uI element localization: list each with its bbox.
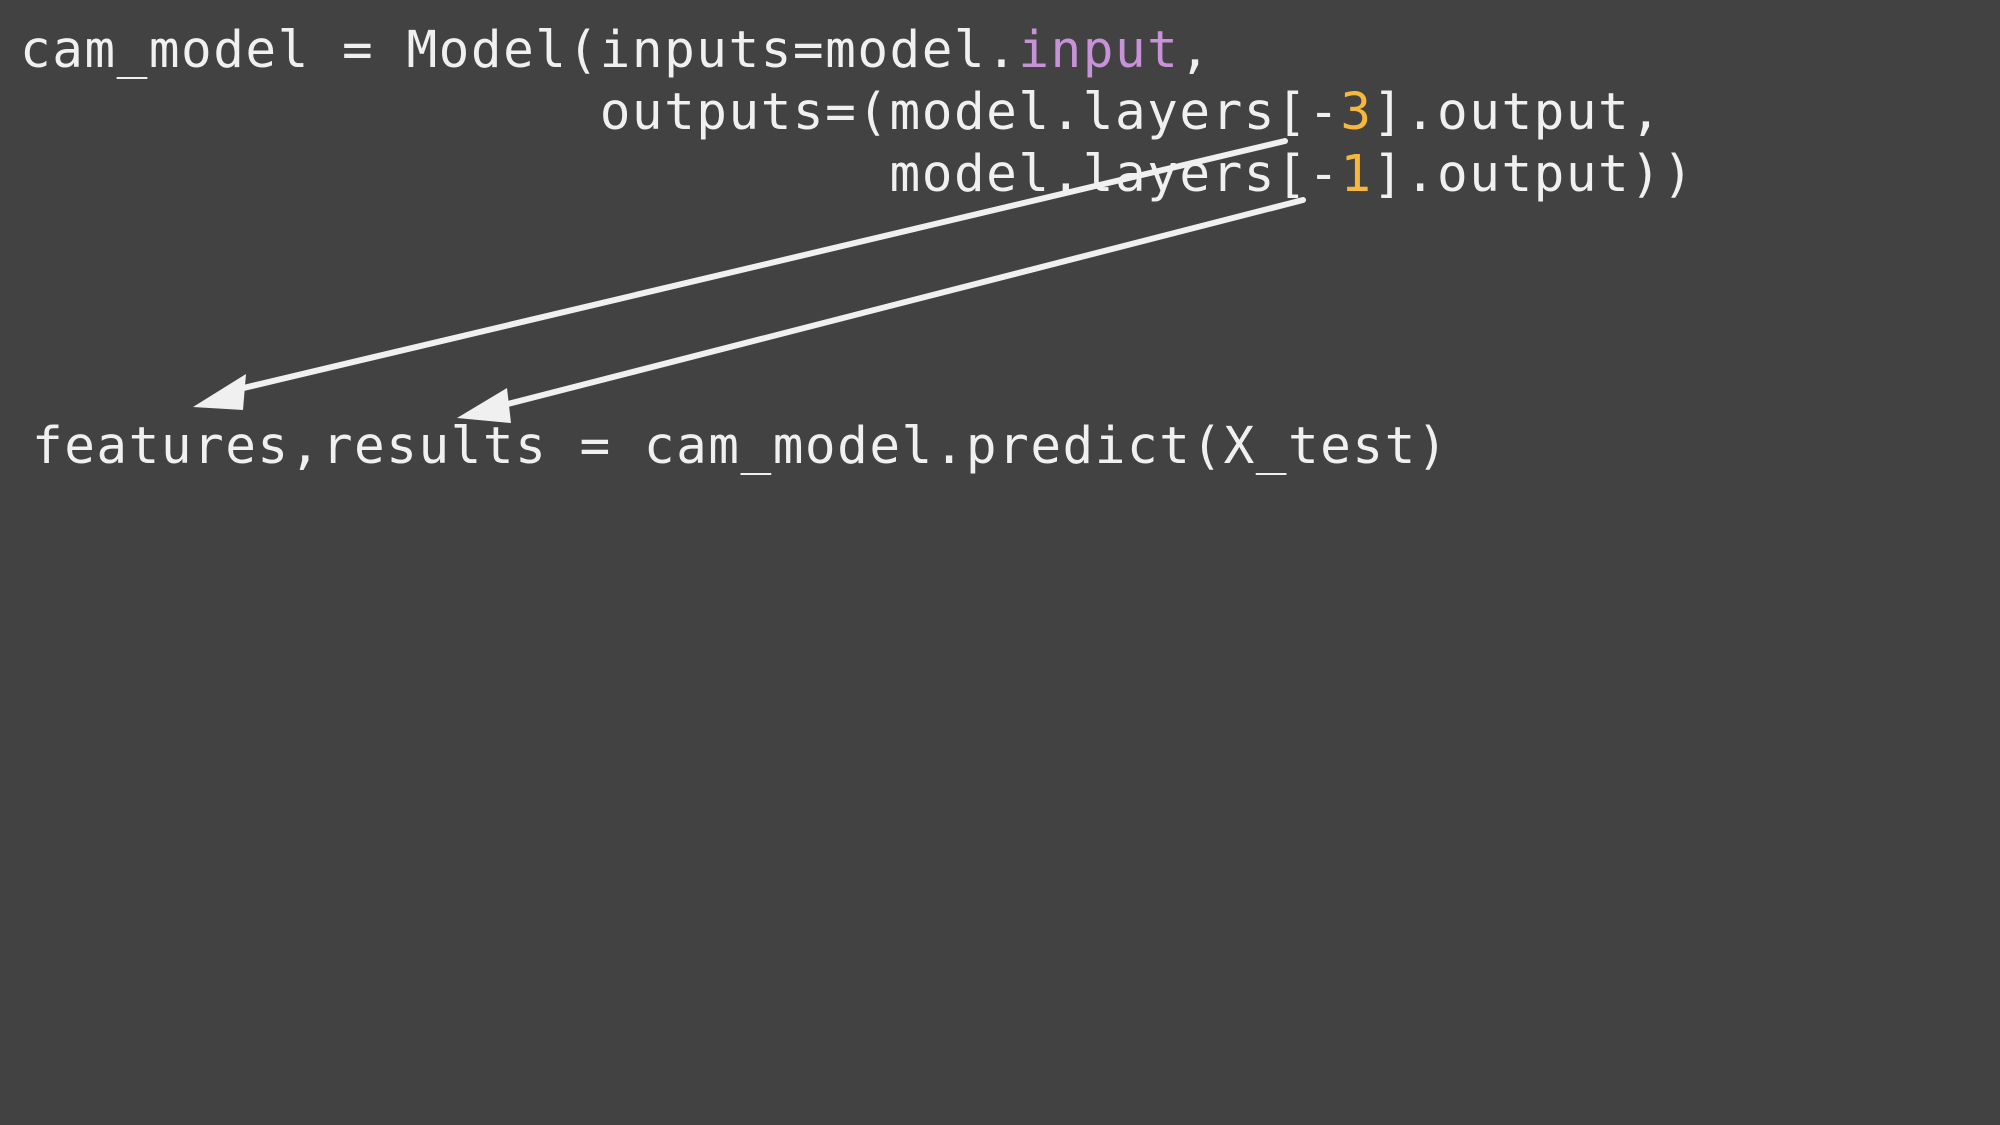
code-line-2: outputs=(model.layers[-3].output,	[20, 83, 1662, 142]
model-definition-code: cam_model = Model(inputs=model.input, ou…	[20, 20, 1695, 206]
arrow-layer-1-to-results	[457, 197, 1306, 423]
code-line-1-suffix: ,	[1179, 21, 1212, 80]
code-line-2-indent	[20, 83, 600, 142]
code-line-3-prefix: model.layers[-	[889, 145, 1341, 204]
arrow-line-results	[497, 197, 1306, 409]
code-line-2-prefix: outputs=(model.layers[-	[599, 83, 1341, 142]
code-line-3-suffix: ].output))	[1372, 145, 1695, 204]
code-line-3-indent	[20, 145, 890, 204]
predict-code: features,results = cam_model.predict(X_t…	[32, 416, 1449, 478]
code-line-2-suffix: ].output,	[1372, 83, 1663, 142]
arrowhead-features	[193, 374, 246, 410]
predict-code-line: features,results = cam_model.predict(X_t…	[32, 417, 1450, 476]
input-attribute: input	[1018, 21, 1180, 80]
layer-index-1: 1	[1340, 145, 1373, 204]
code-slide: cam_model = Model(inputs=model.input, ou…	[0, 0, 2000, 1125]
code-line-3: model.layers[-1].output))	[20, 145, 1695, 204]
code-line-1-prefix: cam_model = Model(inputs=model.	[20, 21, 1019, 80]
code-line-1: cam_model = Model(inputs=model.input,	[20, 21, 1212, 80]
layer-index-3: 3	[1340, 83, 1373, 142]
